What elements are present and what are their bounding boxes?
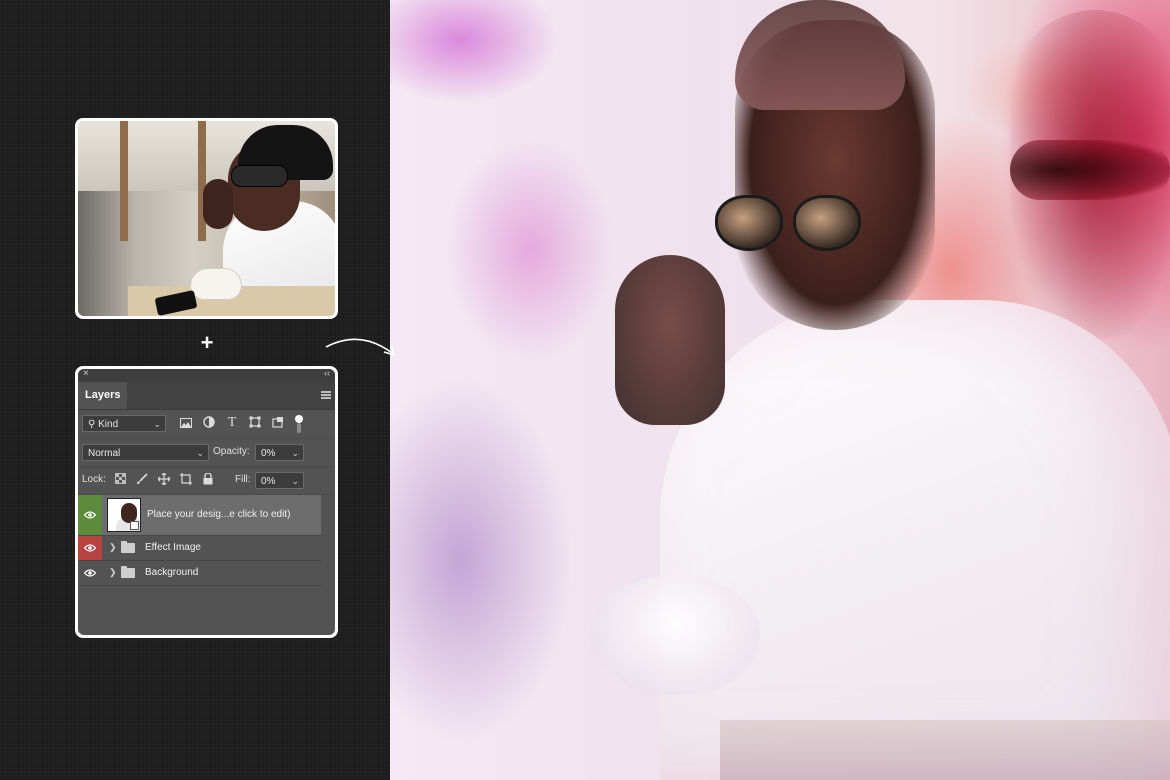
layer-row-effect-image[interactable]: ❯ Effect Image [78, 536, 321, 561]
ghost-sunglasses-overlay [1010, 140, 1170, 200]
original-photo [78, 121, 335, 316]
smart-object-filter-icon[interactable] [271, 416, 285, 430]
layer-name: Place your desig...e click to edit) [147, 509, 291, 520]
layers-panel-card: × ‹‹ Layers ⚲ Kind ⌄ T Normal ⌄ Opacity:… [75, 366, 338, 638]
chevron-down-icon: ⌄ [153, 419, 161, 429]
lock-label: Lock: [82, 474, 106, 485]
search-icon: ⚲ [88, 419, 96, 430]
eye-icon[interactable] [78, 495, 102, 535]
panel-tabs: Layers [78, 382, 335, 410]
layer-row-smart-object[interactable]: Place your desig...e click to edit) [78, 495, 321, 536]
blend-mode-value: Normal [88, 448, 121, 459]
lock-image-pixels-icon[interactable] [135, 473, 149, 487]
left-lens [715, 195, 783, 251]
fill-field[interactable]: 0% ⌄ [255, 472, 304, 489]
blend-row: Normal ⌄ Opacity: 0% ⌄ [78, 439, 335, 467]
hand-with-spoon [203, 179, 233, 229]
sunglasses [231, 165, 288, 187]
shape-filter-icon[interactable] [248, 416, 262, 430]
filter-row: ⚲ Kind ⌄ T [78, 410, 335, 439]
blend-mode-select[interactable]: Normal ⌄ [82, 444, 209, 461]
lock-artboard-icon[interactable] [179, 473, 193, 487]
image-filter-icon[interactable] [179, 417, 193, 431]
eye-icon[interactable] [78, 536, 102, 560]
layer-row-background[interactable]: ❯ Background [78, 561, 321, 586]
dessert-bowl [590, 575, 760, 695]
filter-toggle-icon[interactable] [292, 414, 306, 433]
layer-name: Background [145, 567, 199, 578]
lock-all-icon[interactable] [201, 472, 215, 487]
table-edge [720, 720, 1170, 780]
adjustment-filter-icon[interactable] [202, 416, 216, 430]
chevron-down-icon[interactable]: ⌄ [291, 473, 299, 490]
tab-layers[interactable]: Layers [78, 382, 128, 409]
close-icon[interactable]: × [83, 369, 89, 379]
fill-value: 0% [261, 476, 276, 487]
head-wrap [735, 0, 905, 110]
panel-title-bar: × ‹‹ [78, 369, 335, 382]
sunglasses [715, 195, 865, 255]
right-lens [793, 195, 861, 251]
folder-icon [121, 541, 135, 553]
eye-icon[interactable] [78, 561, 102, 585]
layer-name: Effect Image [145, 542, 201, 553]
lock-transparent-pixels-icon[interactable] [113, 473, 127, 487]
chevron-right-icon[interactable]: ❯ [109, 542, 117, 553]
opacity-value: 0% [261, 448, 276, 459]
layers-panel: × ‹‹ Layers ⚲ Kind ⌄ T Normal ⌄ Opacity:… [78, 369, 335, 635]
kind-filter-select[interactable]: ⚲ Kind ⌄ [82, 415, 166, 432]
smart-object-badge-icon [130, 521, 139, 530]
fill-label: Fill: [235, 474, 251, 485]
smart-object-thumbnail [107, 498, 141, 532]
folder-icon [121, 566, 135, 578]
chevron-right-icon[interactable]: ❯ [109, 567, 117, 578]
white-sweater [660, 300, 1170, 780]
dessert-bowl [190, 268, 242, 300]
lock-position-icon[interactable] [157, 472, 171, 487]
panel-menu-icon[interactable] [321, 391, 331, 399]
chevron-down-icon[interactable]: ⌄ [291, 445, 299, 462]
hand-with-spoon [615, 255, 725, 425]
lock-row: Lock: Fill: 0% ⌄ [78, 467, 335, 495]
opacity-label: Opacity: [213, 446, 250, 457]
opacity-field[interactable]: 0% ⌄ [255, 444, 304, 461]
effect-result-photo [390, 0, 1170, 780]
chair-leg [198, 121, 206, 241]
plus-icon: + [200, 330, 214, 355]
arrow-icon [325, 338, 396, 357]
chevron-down-icon: ⌄ [196, 448, 204, 458]
chair-leg [120, 121, 128, 241]
original-photo-card [75, 118, 338, 319]
kind-label: Kind [98, 419, 119, 430]
thumb-face [121, 503, 137, 523]
collapse-icon[interactable]: ‹‹ [324, 369, 330, 378]
type-filter-icon[interactable]: T [225, 416, 239, 430]
